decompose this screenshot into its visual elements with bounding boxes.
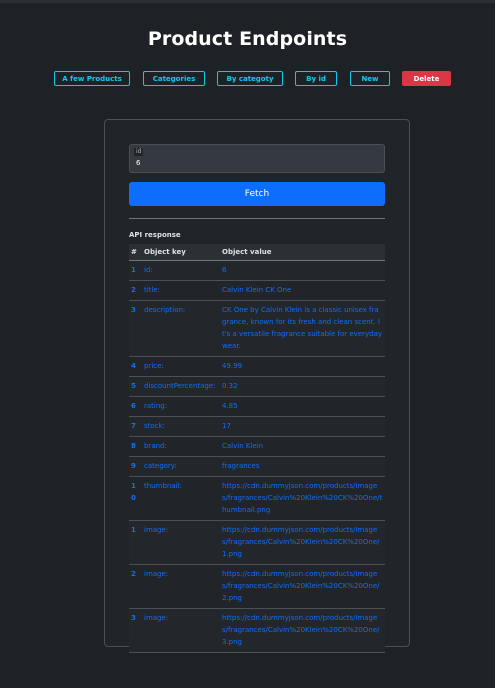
api-response-table: # Object key Object value 1 id: 6 2 titl… — [129, 244, 385, 653]
row-index: 3 — [129, 300, 142, 357]
row-key: category: — [142, 456, 220, 477]
table-header-row: # Object key Object value — [129, 244, 385, 261]
row-index: 1 — [129, 260, 142, 281]
endpoint-card: id Fetch API response # Object key Objec… — [104, 119, 410, 653]
row-index: 10 — [129, 476, 142, 521]
row-value: 17 — [220, 416, 385, 437]
row-key: brand: — [142, 436, 220, 457]
row-value: 6 — [220, 260, 385, 281]
id-field-label: id — [134, 148, 144, 156]
page-title: Product Endpoints — [147, 28, 348, 50]
table-row: 1 image: https://cdn.dummyjson.com/produ… — [129, 520, 385, 565]
row-key: thumbnail: — [142, 476, 220, 521]
column-header-value: Object value — [220, 244, 385, 261]
row-key: description: — [142, 300, 220, 357]
row-index: 8 — [129, 436, 142, 457]
table-row: 2 title: Calvin Klein CK One — [129, 280, 385, 301]
row-value: 4.85 — [220, 396, 385, 417]
by-category-button[interactable]: By categoty — [217, 71, 283, 86]
table-row: 2 image: https://cdn.dummyjson.com/produ… — [129, 564, 385, 609]
fetch-button[interactable]: Fetch — [129, 182, 385, 206]
table-row: 1 id: 6 — [129, 260, 385, 281]
row-index: 1 — [129, 520, 142, 565]
row-index: 5 — [129, 376, 142, 397]
row-value: fragrances — [220, 456, 385, 477]
row-key: stock: — [142, 416, 220, 437]
row-value: 0.32 — [220, 376, 385, 397]
row-key: price: — [142, 356, 220, 377]
row-value: https://cdn.dummyjson.com/products/image… — [220, 608, 385, 653]
new-button[interactable]: New — [350, 71, 390, 86]
row-key: id: — [142, 260, 220, 281]
row-value: Calvin Klein — [220, 436, 385, 457]
row-index: 4 — [129, 356, 142, 377]
row-key: image: — [142, 520, 220, 565]
top-border — [0, 0, 495, 3]
row-value: https://cdn.dummyjson.com/products/image… — [220, 520, 385, 565]
row-value: 49.99 — [220, 356, 385, 377]
table-row: 9 category: fragrances — [129, 456, 385, 477]
row-key: image: — [142, 564, 220, 609]
by-id-button[interactable]: By id — [295, 71, 337, 86]
row-index: 2 — [129, 280, 142, 301]
divider — [129, 218, 385, 219]
row-value: https://cdn.dummyjson.com/products/image… — [220, 476, 385, 521]
row-index: 3 — [129, 608, 142, 653]
id-input[interactable] — [136, 157, 376, 169]
table-row: 3 description: CK One by Calvin Klein is… — [129, 300, 385, 357]
row-index: 9 — [129, 456, 142, 477]
column-header-index: # — [129, 244, 142, 261]
table-row: 8 brand: Calvin Klein — [129, 436, 385, 457]
table-row: 6 rating: 4.85 — [129, 396, 385, 417]
row-index: 6 — [129, 396, 142, 417]
id-field[interactable]: id — [129, 144, 385, 173]
row-value: https://cdn.dummyjson.com/products/image… — [220, 564, 385, 609]
column-header-key: Object key — [142, 244, 220, 261]
row-key: title: — [142, 280, 220, 301]
delete-button[interactable]: Delete — [402, 71, 451, 86]
row-key: image: — [142, 608, 220, 653]
row-key: discountPercentage: — [142, 376, 220, 397]
row-key: rating: — [142, 396, 220, 417]
table-row: 4 price: 49.99 — [129, 356, 385, 377]
a-few-products-button[interactable]: A few Products — [54, 71, 130, 86]
row-index: 2 — [129, 564, 142, 609]
row-index: 7 — [129, 416, 142, 437]
row-value: Calvin Klein CK One — [220, 280, 385, 301]
api-response-title: API response — [129, 231, 181, 239]
categories-button[interactable]: Categories — [143, 71, 205, 86]
table-row: 7 stock: 17 — [129, 416, 385, 437]
row-value: CK One by Calvin Klein is a classic unis… — [220, 300, 385, 357]
table-row: 3 image: https://cdn.dummyjson.com/produ… — [129, 608, 385, 653]
table-row: 5 discountPercentage: 0.32 — [129, 376, 385, 397]
table-row: 10 thumbnail: https://cdn.dummyjson.com/… — [129, 476, 385, 521]
